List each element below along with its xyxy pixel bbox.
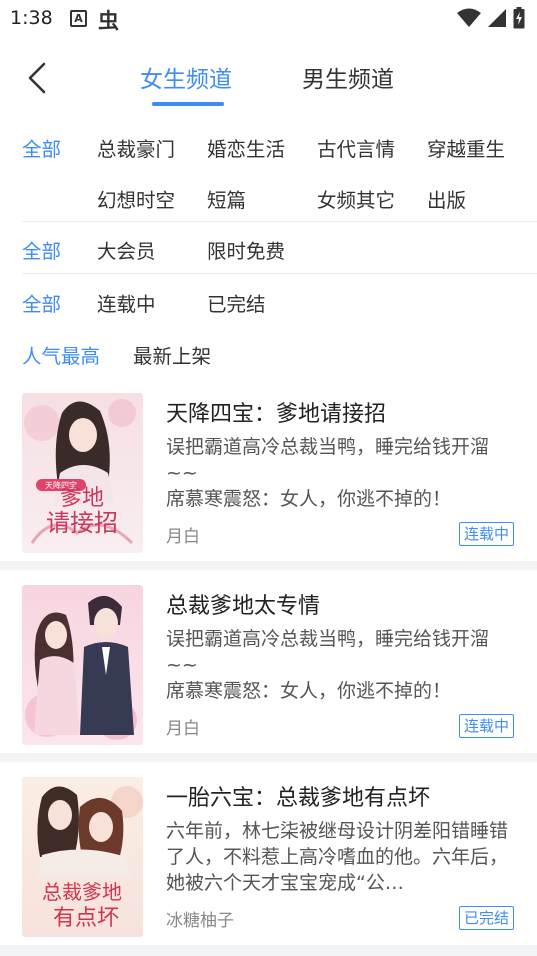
filter-membership-item[interactable]: 限时免费 xyxy=(207,235,285,264)
tab-female-channel[interactable]: 女生频道 xyxy=(140,60,232,94)
channel-header: 女生频道 男生频道 xyxy=(0,38,537,114)
chevron-left-icon xyxy=(28,62,46,94)
book-title: 总裁爹地太专情 xyxy=(166,594,321,619)
status-icons xyxy=(457,7,525,29)
book-author: 月白 xyxy=(166,719,200,739)
filter-membership-all[interactable]: 全部 xyxy=(22,235,61,264)
tab-male-channel[interactable]: 男生频道 xyxy=(302,60,394,94)
cover-title-line-2: 请接招 xyxy=(46,509,118,537)
divider xyxy=(22,221,537,222)
notification-a-icon: A xyxy=(70,10,87,27)
book-title: 天降四宝：爹地请接招 xyxy=(166,402,387,427)
filter-category-item[interactable]: 短篇 xyxy=(207,184,246,213)
book-list-item[interactable]: 天降四宝 爹地 请接招 天降四宝：爹地请接招 误把霸道高冷总裁当鸭，睡完给钱开溜… xyxy=(0,378,537,561)
battery-icon xyxy=(513,7,525,29)
filter-category-all[interactable]: 全部 xyxy=(22,133,61,162)
status-badge: 连载中 xyxy=(458,714,514,738)
book-author: 月白 xyxy=(166,527,200,547)
cover-art-image xyxy=(22,585,143,745)
filter-category-item[interactable]: 幻想时空 xyxy=(97,184,175,213)
filter-status-item[interactable]: 连载中 xyxy=(97,288,156,317)
filter-category-item[interactable]: 女频其它 xyxy=(317,184,395,213)
filter-panel: 全部 总裁豪门 婚恋生活 古代言情 穿越重生 幻想时空 短篇 女频其它 出版 全… xyxy=(0,114,537,380)
book-cover: 天降四宝 爹地 请接招 xyxy=(22,393,143,553)
signal-icon xyxy=(488,9,506,27)
status-badge: 已完结 xyxy=(458,906,514,930)
notification-bug-icon: 虫 xyxy=(98,9,119,33)
status-badge: 连载中 xyxy=(458,522,514,546)
filter-category-item[interactable]: 总裁豪门 xyxy=(97,133,175,162)
status-time: 1:38 xyxy=(10,7,53,29)
book-description: 误把霸道高冷总裁当鸭，睡完给钱开溜~~ 席慕寒震怒：女人，你逃不掉的！ xyxy=(166,436,490,510)
back-button[interactable] xyxy=(22,58,56,98)
wifi-icon xyxy=(457,8,481,27)
book-cover: 总裁爹地 有点坏 xyxy=(22,777,143,937)
book-description: 误把霸道高冷总裁当鸭，睡完给钱开溜~~ 席慕寒震怒：女人，你逃不掉的！ xyxy=(166,628,490,702)
filter-membership-item[interactable]: 大会员 xyxy=(97,235,156,264)
cover-art-image: 总裁爹地 有点坏 xyxy=(22,777,143,937)
filter-status-item[interactable]: 已完结 xyxy=(207,288,266,317)
book-list-item[interactable]: 总裁爹地 有点坏 一胎六宝：总裁爹地有点坏 六年前，林七柒被继母设计阴差阳错睡错… xyxy=(0,762,537,945)
book-cover xyxy=(22,585,143,745)
filter-status-all[interactable]: 全部 xyxy=(22,288,61,317)
cover-title-line-2: 有点坏 xyxy=(53,906,119,931)
book-author: 冰糖柚子 xyxy=(166,911,234,931)
sort-newest[interactable]: 最新上架 xyxy=(133,340,211,369)
book-description: 六年前，林七柒被继母设计阴差阳错睡错了人，不料惹上高冷嗜血的他。六年后，她被六个… xyxy=(166,820,509,894)
book-list-item[interactable]: 总裁爹地太专情 误把霸道高冷总裁当鸭，睡完给钱开溜~~ 席慕寒震怒：女人，你逃不… xyxy=(0,570,537,753)
filter-category-item[interactable]: 婚恋生活 xyxy=(207,133,285,162)
cover-title-line-1: 爹地 xyxy=(60,486,104,511)
cover-art-image: 天降四宝 爹地 请接招 xyxy=(22,393,143,553)
book-title: 一胎六宝：总裁爹地有点坏 xyxy=(166,786,431,811)
status-bar: 1:38 A 虫 xyxy=(0,0,537,38)
active-tab-indicator xyxy=(152,102,224,106)
divider xyxy=(22,273,537,274)
filter-category-item[interactable]: 穿越重生 xyxy=(427,133,505,162)
filter-category-item[interactable]: 出版 xyxy=(427,184,466,213)
sort-popular[interactable]: 人气最高 xyxy=(22,340,100,369)
filter-category-item[interactable]: 古代言情 xyxy=(317,133,395,162)
cover-title-line-1: 总裁爹地 xyxy=(42,880,122,904)
